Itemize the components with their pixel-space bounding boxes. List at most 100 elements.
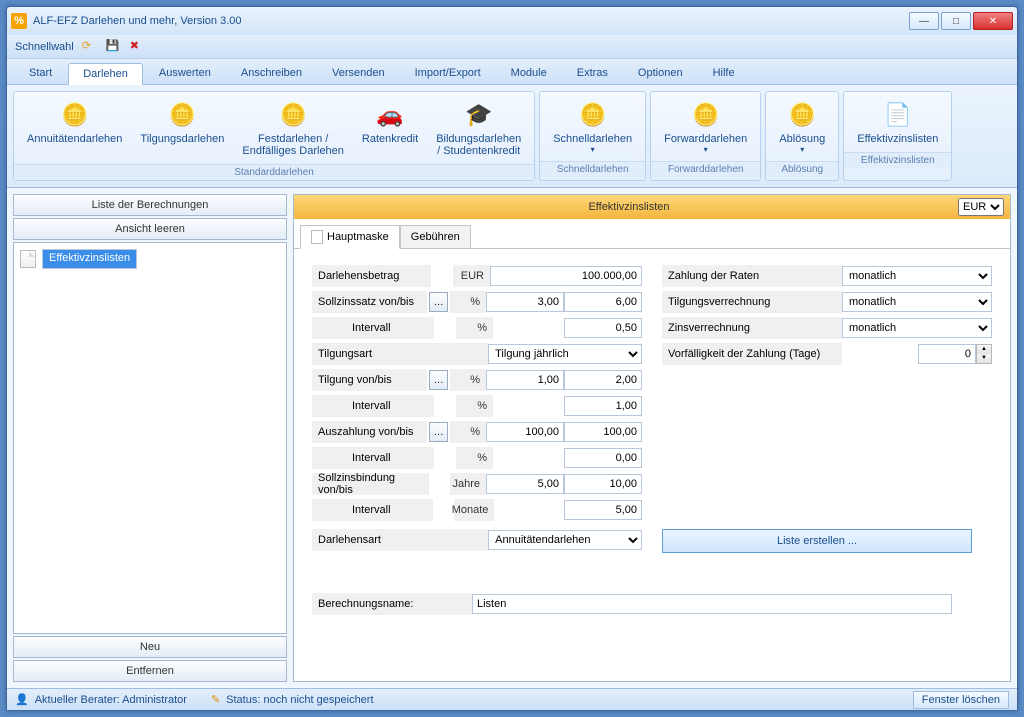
app-window: % ALF-EFZ Darlehen und mehr, Version 3.0… <box>6 6 1018 711</box>
tab-gebuehren[interactable]: Gebühren <box>400 225 471 249</box>
minimize-button[interactable]: — <box>909 12 939 30</box>
pencil-icon: ✎ <box>211 693 220 706</box>
quick-access-bar: Schnellwahl ⟳ 💾 ✖ <box>7 35 1017 59</box>
form-left-column: Darlehensbetrag EUR Sollzinssatz von/bis… <box>312 263 642 553</box>
bindung-intervall-input[interactable] <box>564 500 642 520</box>
tilgung-intervall-input[interactable] <box>564 396 642 416</box>
bindung-label: Sollzinsbindung von/bis <box>312 473 429 495</box>
berechname-input[interactable] <box>472 594 952 614</box>
sollzins-intervall-input[interactable] <box>564 318 642 338</box>
status-bar: 👤 Aktueller Berater: Administrator ✎ Sta… <box>7 688 1017 710</box>
ribbon-item[interactable]: 🎓Bildungsdarlehen/ Studentenkredit <box>429 96 528 160</box>
ribbon-item[interactable]: 🪙Ablösung▾ <box>772 96 832 157</box>
ribbon-item[interactable]: 🪙Tilgungsdarlehen <box>133 96 231 160</box>
darlehensart-select[interactable]: Annuitätendarlehen <box>488 530 642 550</box>
ribbon-item[interactable]: 📄Effektivzinslisten <box>850 96 945 148</box>
menu-tab-darlehen[interactable]: Darlehen <box>68 63 143 85</box>
coins-red-icon: 🪙 <box>786 99 818 131</box>
car-icon: 🚗 <box>374 99 406 131</box>
coins-blue-icon: 🪙 <box>577 99 609 131</box>
spin-down-icon[interactable]: ▼ <box>977 354 991 363</box>
sollzins-more-button[interactable]: … <box>429 292 448 312</box>
menu-tab-extras[interactable]: Extras <box>563 63 622 84</box>
tree-item[interactable]: Effektivzinslisten <box>20 249 280 269</box>
menu-tab-versenden[interactable]: Versenden <box>318 63 399 84</box>
ribbon-item[interactable]: 🪙Schnelldarlehen▾ <box>546 96 639 157</box>
auszahlung-intervall-input[interactable] <box>564 448 642 468</box>
unit-eur: EUR <box>453 265 490 287</box>
zinsverr-select[interactable]: monatlich <box>842 318 992 338</box>
tree: Effektivzinslisten <box>13 242 287 634</box>
sollzins-bis-input[interactable] <box>564 292 642 312</box>
coins-fwd-icon: 🪙 <box>690 99 722 131</box>
spin-up-icon[interactable]: ▲ <box>977 345 991 354</box>
tilgung-von-input[interactable] <box>486 370 564 390</box>
menu-tab-module[interactable]: Module <box>497 63 561 84</box>
berechname-label: Berechnungsname: <box>312 593 472 615</box>
auszahlung-von-input[interactable] <box>486 422 564 442</box>
ribbon-item[interactable]: 🪙Annuitätendarlehen <box>20 96 129 160</box>
clear-view-button[interactable]: Ansicht leeren <box>13 218 287 240</box>
grad-icon: 🎓 <box>463 99 495 131</box>
menu-tab-hilfe[interactable]: Hilfe <box>699 63 749 84</box>
sollzins-von-input[interactable] <box>486 292 564 312</box>
auszahlung-more-button[interactable]: … <box>429 422 448 442</box>
name-row: Berechnungsname: <box>312 593 992 615</box>
sub-tabs: Hauptmaske Gebühren <box>294 219 1010 249</box>
ribbon-item[interactable]: 🚗Ratenkredit <box>355 96 425 160</box>
vorfall-label: Vorfälligkeit der Zahlung (Tage) <box>662 343 842 365</box>
app-icon: % <box>11 13 27 29</box>
tilgung-label: Tilgung von/bis <box>312 369 427 391</box>
left-panel: Liste der Berechnungen Ansicht leeren Ef… <box>13 194 287 682</box>
tilgung-more-button[interactable]: … <box>429 370 448 390</box>
unit-jahre: Jahre <box>450 473 486 495</box>
title-bar: % ALF-EFZ Darlehen und mehr, Version 3.0… <box>7 7 1017 35</box>
menu-tab-start[interactable]: Start <box>15 63 66 84</box>
tilgung-bis-input[interactable] <box>564 370 642 390</box>
tree-item-label: Effektivzinslisten <box>42 249 137 269</box>
list-calc-button[interactable]: Liste der Berechnungen <box>13 194 287 216</box>
menu-tab-auswerten[interactable]: Auswerten <box>145 63 225 84</box>
ribbon-group: 🪙Annuitätendarlehen🪙Tilgungsdarlehen🪙Fes… <box>13 91 535 181</box>
create-list-button[interactable]: Liste erstellen ... <box>662 529 972 553</box>
zahlung-select[interactable]: monatlich <box>842 266 992 286</box>
tilgverr-select[interactable]: monatlich <box>842 292 992 312</box>
maximize-button[interactable]: □ <box>941 12 971 30</box>
coins-icon: 🪙 <box>59 99 91 131</box>
chevron-down-icon: ▾ <box>704 145 708 154</box>
tilgungsart-select[interactable]: Tilgung jährlich <box>488 344 642 364</box>
bindung-bis-input[interactable] <box>564 474 642 494</box>
main-panel: Effektivzinslisten EUR Hauptmaske Gebühr… <box>293 194 1011 682</box>
delete-icon[interactable]: ✖ <box>130 39 146 55</box>
close-button[interactable]: ✕ <box>973 12 1013 30</box>
refresh-icon[interactable]: ⟳ <box>82 39 98 55</box>
form-right-column: Zahlung der Raten monatlich Tilgungsverr… <box>662 263 992 553</box>
darlehensbetrag-label: Darlehensbetrag <box>312 265 431 287</box>
darlehensbetrag-input[interactable] <box>490 266 642 286</box>
vorfall-input[interactable] <box>918 344 976 364</box>
menu-tab-optionen[interactable]: Optionen <box>624 63 697 84</box>
ribbon: 🪙Annuitätendarlehen🪙Tilgungsdarlehen🪙Fes… <box>7 85 1017 188</box>
coins-icon: 🪙 <box>166 99 198 131</box>
clear-window-button[interactable]: Fenster löschen <box>913 691 1009 709</box>
tab-hauptmaske[interactable]: Hauptmaske <box>300 225 400 249</box>
save-icon[interactable]: 💾 <box>106 39 122 55</box>
ribbon-item[interactable]: 🪙Festdarlehen /Endfälliges Darlehen <box>235 96 351 160</box>
status-berater: Aktueller Berater: Administrator <box>35 694 187 706</box>
menu-tab-anschreiben[interactable]: Anschreiben <box>227 63 316 84</box>
form-area: Darlehensbetrag EUR Sollzinssatz von/bis… <box>294 249 1010 681</box>
currency-select[interactable]: EUR <box>958 198 1004 216</box>
bindung-von-input[interactable] <box>486 474 564 494</box>
unit-monate: Monate <box>454 499 494 521</box>
ribbon-item[interactable]: 🪙Forwarddarlehen▾ <box>657 96 754 157</box>
chevron-down-icon: ▾ <box>800 145 804 154</box>
user-icon: 👤 <box>15 693 29 706</box>
sollzins-label: Sollzinssatz von/bis <box>312 291 427 313</box>
vorfall-spinner[interactable]: ▲▼ <box>918 344 992 364</box>
menu-tab-import/export[interactable]: Import/Export <box>401 63 495 84</box>
remove-button[interactable]: Entfernen <box>13 660 287 682</box>
auszahlung-bis-input[interactable] <box>564 422 642 442</box>
tilgungsart-label: Tilgungsart <box>312 343 430 365</box>
coins-icon: 🪙 <box>277 99 309 131</box>
new-button[interactable]: Neu <box>13 636 287 658</box>
